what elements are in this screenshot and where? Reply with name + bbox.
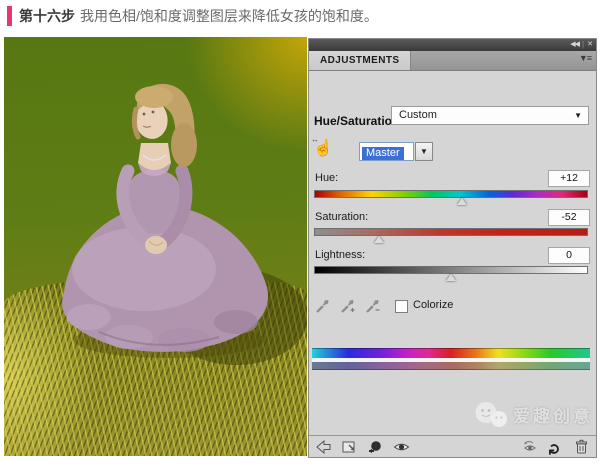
close-panel-icon[interactable]: ✕: [587, 39, 592, 51]
panel-footer: ↻: [309, 435, 596, 457]
lightness-slider-thumb[interactable]: [446, 274, 456, 281]
titlebar-separator: |: [582, 39, 584, 51]
colorize-label: Colorize: [413, 299, 453, 311]
eyedropper-icon[interactable]: [314, 298, 331, 314]
hue-label: Hue:: [315, 172, 338, 184]
channel-dropdown[interactable]: Master: [359, 142, 414, 161]
delete-adjustment-icon[interactable]: [573, 439, 590, 455]
step-description: 我用色相/饱和度调整图层来降低女孩的饱和度。: [80, 6, 378, 26]
previous-state-icon[interactable]: [521, 439, 538, 455]
chevron-down-icon: ▼: [574, 107, 582, 124]
colorize-checkbox[interactable]: [395, 300, 408, 313]
channel-dropdown-arrow[interactable]: ▼: [415, 142, 433, 161]
saturation-slider-thumb[interactable]: [374, 236, 384, 243]
preset-dropdown[interactable]: Custom ▼: [391, 106, 589, 125]
clip-to-layer-icon[interactable]: [367, 439, 384, 455]
collapse-to-icons-icon[interactable]: ◀◀: [570, 39, 579, 51]
hue-slider-thumb[interactable]: [457, 198, 467, 205]
step-number: 第十六步: [19, 6, 75, 26]
lightness-slider-track[interactable]: [314, 266, 588, 274]
saturation-label: Saturation:: [315, 211, 368, 223]
girl-figure: [4, 37, 307, 456]
lightness-value-input[interactable]: 0: [548, 247, 590, 264]
photo-canvas: [4, 37, 307, 456]
expanded-view-icon[interactable]: [341, 439, 358, 455]
panel-titlebar: ◀◀ | ✕: [309, 39, 596, 51]
hue-slider-track[interactable]: [314, 190, 588, 198]
adjustment-title: Hue/Saturation: [314, 114, 399, 128]
saturation-slider-track[interactable]: [314, 228, 588, 236]
panel-tabbar: ADJUSTMENTS ▼≡: [309, 51, 596, 71]
watermark: 爱趣创意: [474, 401, 593, 428]
saturation-value-input[interactable]: -52: [548, 209, 590, 226]
panel-menu-icon[interactable]: ▼≡: [579, 53, 591, 63]
panel-body: Hue/Saturation Custom ▼ ↔ ☝ Master ▼ Hue…: [309, 70, 596, 435]
visibility-eye-icon[interactable]: [393, 439, 410, 455]
return-to-list-icon[interactable]: [315, 439, 332, 455]
targeted-adjustment-tool-icon[interactable]: ↔ ☝: [313, 138, 335, 162]
spectrum-ramps: [312, 348, 590, 370]
tab-adjustments[interactable]: ADJUSTMENTS: [309, 51, 411, 70]
watermark-text: 爱趣创意: [513, 402, 593, 427]
step-title: 第十六步 我用色相/饱和度调整图层来降低女孩的饱和度。: [7, 4, 378, 28]
hue-value-input[interactable]: +12: [548, 170, 590, 187]
output-spectrum-bar: [312, 362, 590, 370]
lightness-label: Lightness:: [315, 249, 365, 261]
preset-value: Custom: [399, 109, 437, 121]
wechat-logo-icon: [474, 401, 508, 428]
adjustments-panel: ◀◀ | ✕ ADJUSTMENTS ▼≡ Hue/Saturation Cus…: [308, 38, 597, 458]
input-spectrum-bar: [312, 348, 590, 358]
channel-value-selected: Master: [362, 147, 404, 160]
title-accent-bar: [7, 6, 12, 26]
reset-adjustment-icon[interactable]: ↻: [548, 438, 564, 455]
eyedropper-minus-icon[interactable]: [364, 298, 381, 314]
eyedropper-plus-icon[interactable]: [339, 298, 356, 314]
